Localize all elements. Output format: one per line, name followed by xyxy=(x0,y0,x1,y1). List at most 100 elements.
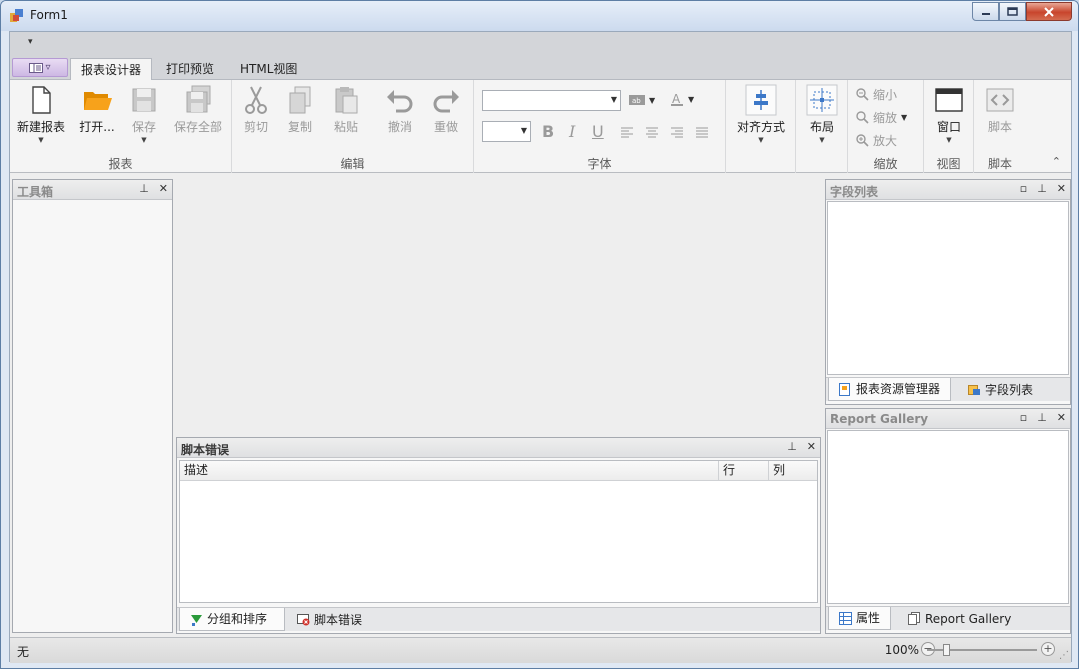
tab-script-errors-label: 脚本错误 xyxy=(314,612,363,627)
highlight-color-button[interactable]: ab ▼ xyxy=(629,94,655,106)
tab-properties[interactable]: 属性 xyxy=(828,607,892,630)
maximize-icon[interactable]: ▫ xyxy=(1020,411,1027,424)
group-layout: 布局 ▼ xyxy=(796,80,848,173)
copy-icon xyxy=(289,86,311,114)
tab-report-explorer[interactable]: 报表资源管理器 xyxy=(828,378,952,401)
justify-icon[interactable] xyxy=(696,127,708,138)
script-icon xyxy=(986,88,1014,112)
group-font-label: 字体 xyxy=(587,157,612,171)
report-gallery-title: Report Gallery xyxy=(830,412,929,426)
client-area: ▾ ▿ 报表设计器 打印预览 HTML视图 新建报表 ▼ 打开... 保存 ▼ … xyxy=(9,31,1072,663)
group-view: 窗口 ▼ 视图 xyxy=(924,80,974,173)
tab-properties-label: 属性 xyxy=(856,611,881,625)
qat-customize-icon[interactable]: ▾ xyxy=(28,37,33,47)
copy-button[interactable]: 复制 xyxy=(282,84,318,135)
tab-report-gallery-label: Report Gallery xyxy=(925,611,1012,626)
zoom-in-button[interactable]: 放大 xyxy=(856,132,897,149)
pin-icon[interactable]: ⊥ xyxy=(1037,411,1047,424)
script-button[interactable]: 脚本 xyxy=(980,84,1020,135)
column-description[interactable]: 描述 xyxy=(180,461,719,481)
grid-header: 描述 行 列 xyxy=(180,461,817,481)
report-explorer-icon xyxy=(839,382,850,396)
open-button[interactable]: 打开... xyxy=(74,84,120,135)
resize-grip-icon[interactable]: ⋰ xyxy=(1059,650,1069,661)
close-button[interactable] xyxy=(1026,2,1072,21)
font-name-combo[interactable]: ▼ xyxy=(482,90,621,111)
zoom-dropdown-button[interactable]: 缩放 ▼ xyxy=(856,109,907,126)
column-column[interactable]: 列 xyxy=(769,461,819,481)
font-color-button[interactable]: A ▼ xyxy=(670,92,694,106)
group-zoom-label: 缩放 xyxy=(873,157,898,171)
script-errors-header: 脚本错误 ⊥ ✕ xyxy=(177,438,820,458)
tab-report-designer[interactable]: 报表设计器 xyxy=(70,58,153,80)
close-icon[interactable]: ✕ xyxy=(159,182,168,195)
report-gallery-body[interactable] xyxy=(827,430,1069,604)
application-menu-button[interactable]: ▿ xyxy=(12,58,68,77)
pin-icon[interactable]: ⊥ xyxy=(139,182,149,195)
maximize-button[interactable] xyxy=(999,2,1026,21)
highlight-icon: ab xyxy=(629,95,645,105)
font-size-combo[interactable]: ▼ xyxy=(482,121,531,142)
group-align: 对齐方式 ▼ xyxy=(726,80,796,173)
zoom-slider[interactable] xyxy=(927,644,1037,656)
close-icon[interactable]: ✕ xyxy=(807,440,816,453)
design-surface[interactable] xyxy=(176,179,823,435)
save-all-label: 保存全部 xyxy=(173,120,222,134)
font-color-icon: A xyxy=(671,92,683,106)
group-font: ▼ ab ▼ A ▼ ▼ B I U 字体 xyxy=(474,80,726,173)
italic-button[interactable]: I xyxy=(569,122,575,141)
layout-button[interactable]: 布局 ▼ xyxy=(802,84,842,144)
group-report-label: 报表 xyxy=(108,157,133,171)
pin-icon[interactable]: ⊥ xyxy=(787,440,797,453)
save-button[interactable]: 保存 ▼ xyxy=(124,84,164,144)
undo-button[interactable]: 撤消 xyxy=(382,84,418,135)
underline-button[interactable]: U xyxy=(592,122,604,141)
zoom-slider-thumb[interactable] xyxy=(943,644,950,656)
status-text: 无 xyxy=(17,645,30,659)
ribbon-tab-strip: ▿ 报表设计器 打印预览 HTML视图 xyxy=(10,58,1071,80)
field-list-body[interactable] xyxy=(827,201,1069,375)
maximize-icon xyxy=(1007,7,1018,16)
pin-icon[interactable]: ⊥ xyxy=(1037,182,1047,195)
svg-text:A: A xyxy=(672,92,681,106)
cut-button[interactable]: 剪切 xyxy=(238,84,274,135)
maximize-icon[interactable]: ▫ xyxy=(1020,182,1027,195)
collapse-ribbon-icon[interactable]: ⌃ xyxy=(1052,155,1061,168)
zoom-out-label: 缩小 xyxy=(873,88,898,102)
bottom-panel-tabs: 分组和排序 脚本错误 xyxy=(177,607,820,631)
new-report-button[interactable]: 新建报表 ▼ xyxy=(16,84,66,144)
tab-report-explorer-label: 报表资源管理器 xyxy=(856,382,941,396)
title-bar: Form1 xyxy=(1,1,1078,31)
ribbon: 新建报表 ▼ 打开... 保存 ▼ 保存全部 报表 剪切 复制 粘贴 撤消 重做… xyxy=(10,80,1071,173)
zoom-out-button[interactable]: 缩小 xyxy=(856,86,897,103)
tab-report-gallery[interactable]: Report Gallery xyxy=(898,607,1021,630)
properties-grid-icon xyxy=(839,611,852,625)
status-bar: 无 100% − + ⋰ xyxy=(10,637,1071,663)
align-center-icon[interactable] xyxy=(646,127,658,138)
align-label: 对齐方式 xyxy=(736,120,785,134)
layout-label: 布局 xyxy=(809,120,834,134)
window-button[interactable]: 窗口 ▼ xyxy=(930,84,968,144)
script-errors-grid[interactable]: 描述 行 列 xyxy=(179,460,818,603)
bold-button[interactable]: B xyxy=(542,122,554,141)
column-line[interactable]: 行 xyxy=(719,461,769,481)
tab-script-errors[interactable]: 脚本错误 xyxy=(287,608,372,631)
minimize-button[interactable] xyxy=(972,2,999,21)
save-all-button[interactable]: 保存全部 xyxy=(168,84,228,135)
chevron-down-icon: ▼ xyxy=(649,95,656,105)
align-right-icon[interactable] xyxy=(671,127,683,138)
zoom-in-status-icon[interactable]: + xyxy=(1041,642,1055,656)
close-icon[interactable]: ✕ xyxy=(1057,182,1066,195)
align-button[interactable]: 对齐方式 ▼ xyxy=(730,84,792,144)
app-icon[interactable] xyxy=(10,9,23,22)
tab-group-sort[interactable]: 分组和排序 xyxy=(179,608,285,631)
tab-html-view[interactable]: HTML视图 xyxy=(230,58,307,80)
save-all-icon xyxy=(186,85,211,113)
paste-button[interactable]: 粘贴 xyxy=(328,84,364,135)
align-left-icon[interactable] xyxy=(621,127,633,138)
tab-field-list[interactable]: 字段列表 xyxy=(958,378,1043,401)
redo-button[interactable]: 重做 xyxy=(428,84,464,135)
tab-print-preview[interactable]: 打印预览 xyxy=(156,58,224,80)
close-icon[interactable]: ✕ xyxy=(1057,411,1066,424)
paste-icon xyxy=(335,87,358,114)
